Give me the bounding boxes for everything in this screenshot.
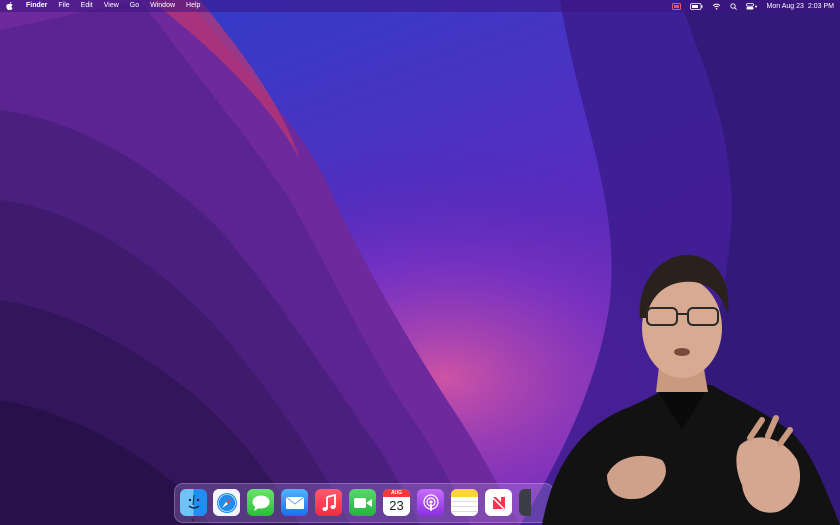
spotlight-search-icon[interactable] — [729, 2, 737, 10]
dock-podcasts-icon[interactable] — [417, 489, 444, 516]
dock-news-icon[interactable] — [485, 489, 512, 516]
desktop[interactable]: Finder File Edit View Go Window Help Mon… — [0, 0, 840, 525]
menu-file[interactable]: File — [58, 0, 69, 12]
dock-mail-icon[interactable] — [281, 489, 308, 516]
dock-finder-icon[interactable] — [180, 489, 207, 516]
menu-edit[interactable]: Edit — [81, 0, 93, 12]
menu-view[interactable]: View — [104, 0, 119, 12]
menu-app-finder[interactable]: Finder — [26, 0, 47, 12]
menu-go[interactable]: Go — [130, 0, 139, 12]
calendar-day-label: 23 — [389, 498, 404, 513]
wifi-icon[interactable] — [712, 3, 721, 10]
apple-logo-icon[interactable] — [6, 1, 14, 11]
screen-recording-icon[interactable] — [671, 2, 681, 10]
menu-bar-clock[interactable]: Mon Aug 23 2:03 PM — [767, 3, 834, 10]
notes-lines — [451, 497, 478, 516]
menu-help[interactable]: Help — [186, 0, 200, 12]
dock-notes-icon[interactable] — [451, 489, 478, 516]
battery-icon[interactable] — [689, 2, 703, 10]
dock-messages-icon[interactable] — [247, 489, 274, 516]
dock: AUG 23 — [174, 483, 554, 523]
control-center-icon[interactable] — [745, 2, 758, 10]
clock-date: Mon Aug 23 — [766, 2, 804, 10]
webcam-presenter-overlay — [542, 255, 840, 525]
menu-bar: Finder File Edit View Go Window Help Mon… — [0, 0, 840, 12]
running-indicator — [192, 519, 194, 521]
dock-calendar-icon[interactable]: AUG 23 — [383, 489, 410, 516]
dock-music-icon[interactable] — [315, 489, 342, 516]
calendar-month-label: AUG — [383, 489, 410, 497]
menu-window[interactable]: Window — [150, 0, 175, 12]
dock-facetime-icon[interactable] — [349, 489, 376, 516]
clock-time: 2:03 PM — [807, 2, 834, 10]
notes-header-strip — [451, 489, 478, 497]
dock-safari-icon[interactable] — [213, 489, 240, 516]
